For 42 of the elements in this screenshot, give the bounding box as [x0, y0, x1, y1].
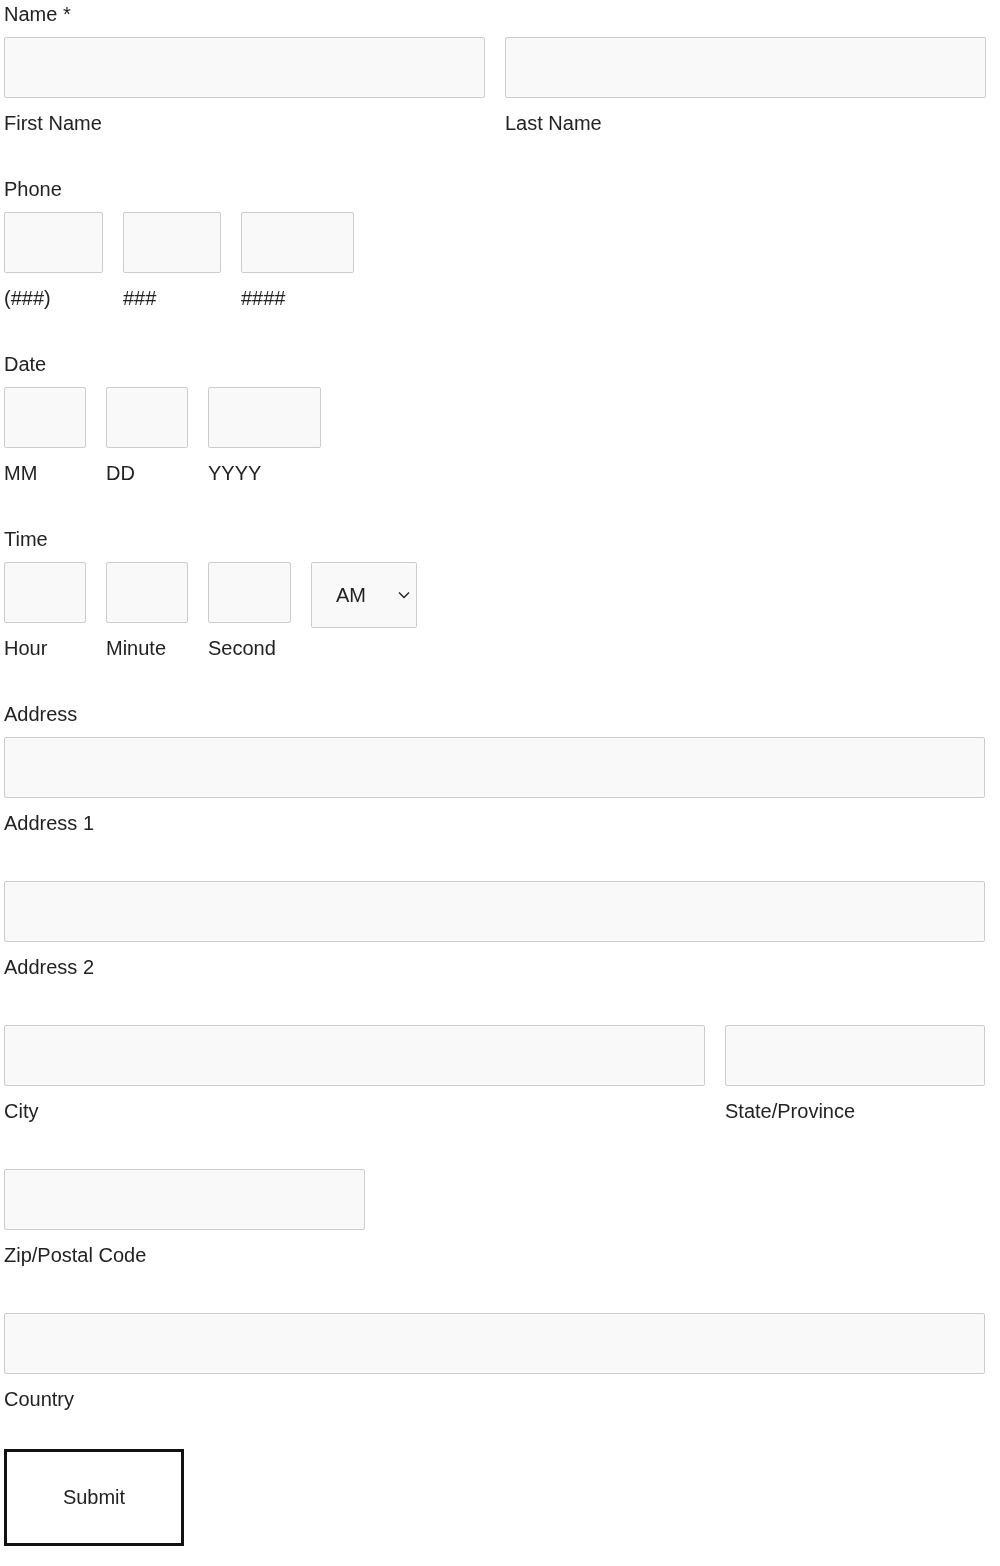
text-field[interactable]	[106, 387, 188, 448]
field-caption: Zip/Postal Code	[4, 1243, 148, 1267]
field-caption: Minute	[106, 636, 168, 660]
text-field[interactable]	[4, 387, 86, 448]
field-caption: Country	[4, 1387, 76, 1411]
text-field[interactable]	[4, 212, 103, 273]
text-field[interactable]	[4, 1313, 985, 1374]
field-caption: Address 1	[4, 811, 96, 835]
dropdown[interactable]: AM	[311, 562, 417, 628]
text-field[interactable]	[4, 562, 86, 623]
text-field[interactable]	[4, 37, 485, 98]
field-label: Time	[4, 527, 49, 551]
field-caption: City	[4, 1099, 40, 1123]
field-label: Address	[4, 702, 79, 726]
text-field[interactable]	[241, 212, 354, 273]
field-caption: DD	[106, 461, 136, 485]
field-label: Date	[4, 352, 48, 376]
field-caption: ####	[241, 286, 287, 310]
text-field[interactable]	[4, 737, 985, 798]
text-field[interactable]	[123, 212, 221, 273]
text-field[interactable]	[725, 1025, 985, 1086]
text-field[interactable]	[208, 562, 291, 623]
field-caption: (###)	[4, 286, 52, 310]
field-caption: Address 2	[4, 955, 96, 979]
chevron-down-icon	[398, 591, 410, 599]
field-caption: First Name	[4, 111, 103, 135]
text-field[interactable]	[106, 562, 188, 623]
field-label: Name *	[4, 2, 72, 26]
field-caption: Second	[208, 636, 277, 660]
text-field[interactable]	[4, 1025, 705, 1086]
text-field[interactable]	[505, 37, 986, 98]
field-caption: State/Province	[725, 1099, 857, 1123]
field-caption: Hour	[4, 636, 49, 660]
field-caption: ###	[123, 286, 158, 310]
text-field[interactable]	[208, 387, 321, 448]
text-field[interactable]	[4, 881, 985, 942]
text-field[interactable]	[4, 1169, 365, 1230]
submit-button[interactable]: Submit	[4, 1449, 184, 1546]
field-caption: Last Name	[505, 111, 603, 135]
field-label: Phone	[4, 177, 63, 201]
field-caption: YYYY	[208, 461, 263, 485]
field-caption: MM	[4, 461, 39, 485]
